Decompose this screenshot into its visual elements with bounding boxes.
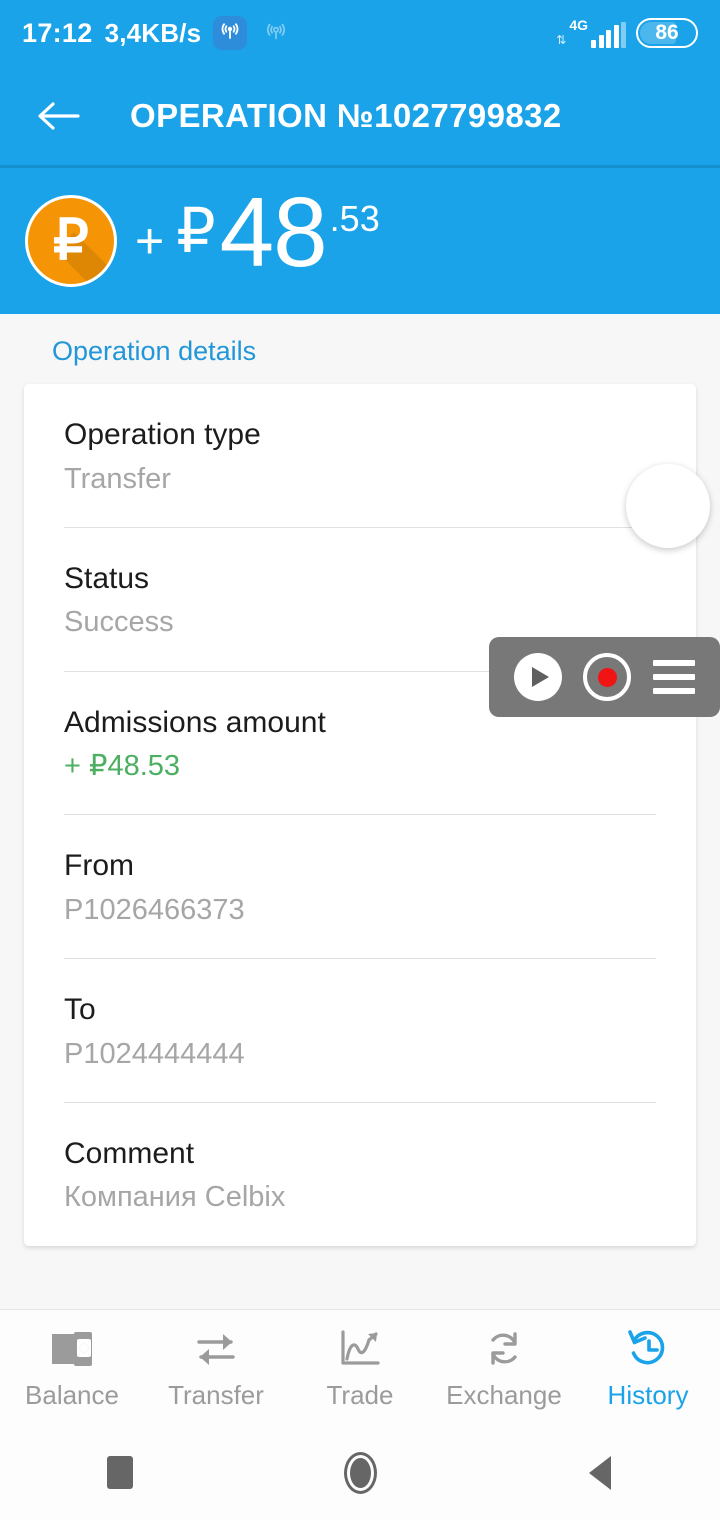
status-bar-left: 17:12 3,4KB/s bbox=[22, 16, 293, 50]
detail-row-label: Operation type bbox=[64, 418, 261, 451]
detail-row-value: Transfer bbox=[64, 462, 171, 495]
coin-currency-glyph: ₽ bbox=[53, 208, 89, 271]
tab-label: History bbox=[607, 1380, 689, 1410]
detail-row-value: P1026466373 bbox=[64, 893, 245, 926]
play-icon[interactable] bbox=[513, 653, 562, 701]
network-type-label: 4G bbox=[569, 17, 588, 33]
android-navigation-bar bbox=[0, 1425, 720, 1520]
status-data-rate: 3,4KB/s bbox=[104, 17, 202, 48]
amount-integer: 48 bbox=[219, 177, 328, 287]
detail-row: Operation type Transfer bbox=[64, 384, 656, 527]
status-time: 17:12 bbox=[22, 17, 93, 48]
detail-row-label: From bbox=[64, 849, 134, 883]
operation-details-card: Operation type Transfer Status Success Admis… bbox=[24, 384, 696, 1246]
bottom-tab-bar: Balance Transfer Trade Exchange History bbox=[0, 1309, 720, 1425]
detail-row-value: Компания Celbix bbox=[64, 1181, 286, 1214]
section-title: Operation details bbox=[52, 336, 257, 366]
detail-row-value: + ₽48.53 bbox=[64, 750, 181, 782]
refresh-icon bbox=[482, 1324, 526, 1374]
tab-label: Balance bbox=[25, 1380, 119, 1410]
amount-fraction: .53 bbox=[329, 198, 380, 239]
detail-row-value: Success bbox=[64, 606, 174, 639]
tab-label: Trade bbox=[326, 1380, 394, 1410]
chart-up-icon bbox=[338, 1324, 382, 1374]
back-triangle-icon[interactable] bbox=[540, 1438, 660, 1508]
tab-label: Exchange bbox=[446, 1380, 562, 1410]
amount-display: + ₽ 48 .53 bbox=[135, 183, 380, 295]
hotspot-inactive-icon bbox=[259, 16, 293, 50]
ruble-coin-icon: ₽ bbox=[25, 195, 117, 287]
floating-bubble-icon[interactable] bbox=[626, 464, 710, 548]
phone-screen: 17:12 3,4KB/s ⇅ 4G 86 OPERATION №1027799… bbox=[0, 0, 720, 1520]
page-title: OPERATION №1027799832 bbox=[130, 96, 562, 134]
battery-indicator: 86 bbox=[636, 18, 698, 48]
tab-trade[interactable]: Trade bbox=[288, 1324, 432, 1411]
status-bar-right: ⇅ 4G 86 bbox=[556, 18, 698, 48]
detail-row: From P1026466373 bbox=[64, 814, 656, 958]
status-bar: 17:12 3,4KB/s ⇅ 4G 86 bbox=[0, 0, 720, 66]
tab-history[interactable]: History bbox=[576, 1324, 720, 1411]
data-traffic-icon: ⇅ bbox=[556, 33, 567, 47]
signal-strength-bars bbox=[591, 22, 626, 48]
detail-row: To P1024444444 bbox=[64, 958, 656, 1102]
tab-label: Transfer bbox=[168, 1380, 264, 1410]
amount-banner: ₽ + ₽ 48 .53 bbox=[0, 168, 720, 314]
tab-balance[interactable]: Balance bbox=[0, 1324, 144, 1411]
home-circle-icon[interactable] bbox=[300, 1438, 420, 1508]
history-clock-icon bbox=[626, 1324, 670, 1374]
detail-row-label: Status bbox=[64, 561, 150, 595]
tab-transfer[interactable]: Transfer bbox=[144, 1324, 288, 1411]
amount-sign: + bbox=[135, 213, 165, 269]
amount-currency-symbol: ₽ bbox=[176, 197, 216, 266]
app-toolbar: OPERATION №1027799832 bbox=[0, 66, 720, 165]
battery-level-label: 86 bbox=[655, 21, 679, 44]
back-arrow-icon[interactable] bbox=[20, 78, 96, 154]
transfer-arrows-icon bbox=[193, 1324, 239, 1374]
recents-square-icon[interactable] bbox=[60, 1438, 180, 1508]
detail-row-value: P1024444444 bbox=[64, 1037, 245, 1070]
signal-bars-icon: ⇅ 4G bbox=[556, 18, 626, 48]
record-icon[interactable] bbox=[583, 653, 632, 701]
tab-exchange[interactable]: Exchange bbox=[432, 1324, 576, 1411]
screen-recorder-toolbar bbox=[489, 637, 720, 717]
detail-row: Comment Компания Celbix bbox=[64, 1101, 656, 1246]
detail-row-label: To bbox=[64, 993, 96, 1026]
wallet-icon bbox=[50, 1324, 94, 1374]
hotspot-active-icon bbox=[213, 16, 248, 50]
detail-row-label: Comment bbox=[64, 1136, 195, 1170]
hamburger-menu-icon[interactable] bbox=[653, 660, 696, 694]
